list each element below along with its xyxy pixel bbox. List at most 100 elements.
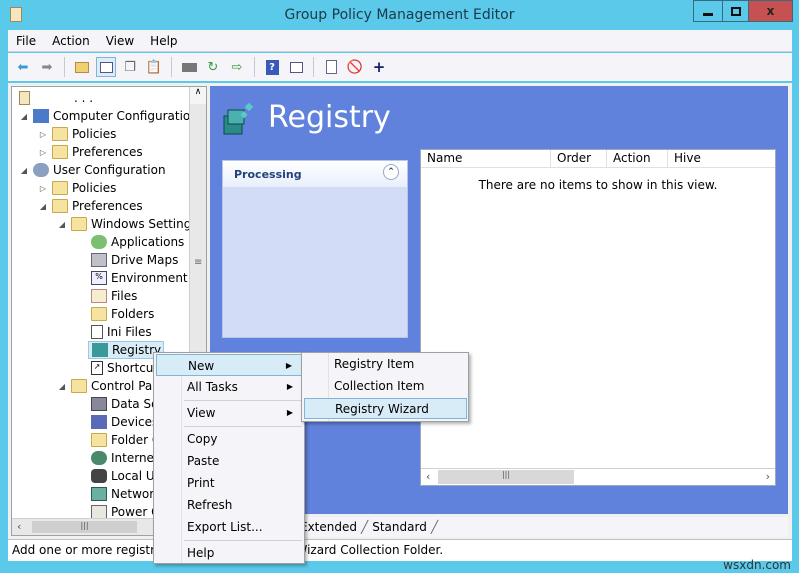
menu-view[interactable]: View xyxy=(98,34,142,48)
items-list: Name Order Action Hive There are no item… xyxy=(420,149,776,486)
toolbar: ⬅ ➡ ❐ 📋 ↻ ⇨ ? 🚫 + xyxy=(8,53,792,81)
tree-item-ini-files[interactable]: Ini Files xyxy=(88,323,152,341)
column-order[interactable]: Order xyxy=(551,150,607,167)
properties-icon[interactable] xyxy=(321,57,341,77)
refresh-icon[interactable]: ↻ xyxy=(203,57,223,77)
menu-item-registry-item[interactable]: Registry Item xyxy=(304,354,467,375)
folder-icon xyxy=(52,145,68,159)
tab-standard[interactable]: Standard xyxy=(372,520,427,534)
tree-item-drive-maps[interactable]: Drive Maps xyxy=(88,251,178,269)
empty-message: There are no items to show in this view. xyxy=(478,178,718,192)
export-list-icon[interactable]: ⇨ xyxy=(227,57,247,77)
list-horizontal-scrollbar[interactable]: ‹ ||| › xyxy=(421,468,775,485)
registry-icon xyxy=(222,102,256,136)
scroll-left-icon[interactable]: ‹ xyxy=(17,520,21,533)
tree-item-preferences[interactable]: ▷ Preferences xyxy=(37,143,143,161)
tree-item-policies[interactable]: ▷ Policies xyxy=(37,179,116,197)
folder-icon xyxy=(52,199,68,213)
files-icon xyxy=(91,289,107,303)
menu-item-paste[interactable]: Paste xyxy=(156,450,303,472)
registry-icon xyxy=(92,343,108,357)
tree-item-applications[interactable]: Applications xyxy=(88,233,184,251)
column-hive[interactable]: Hive xyxy=(668,150,775,167)
user-icon xyxy=(33,163,49,177)
show-hide-tree-icon[interactable] xyxy=(96,57,116,77)
expand-icon[interactable]: ▷ xyxy=(37,130,49,139)
tree-item-files[interactable]: Files xyxy=(88,287,137,305)
tree-label: Environment xyxy=(111,271,188,285)
toolbar-separator xyxy=(254,57,255,77)
folder-options-icon xyxy=(91,433,107,447)
tree-label: Policies xyxy=(72,127,117,141)
up-folder-icon[interactable] xyxy=(72,57,92,77)
column-action[interactable]: Action xyxy=(607,150,668,167)
devices-icon xyxy=(91,415,107,429)
menu-help[interactable]: Help xyxy=(142,34,185,48)
column-name[interactable]: Name xyxy=(421,150,551,167)
back-icon[interactable]: ⬅ xyxy=(13,57,33,77)
expand-icon[interactable]: ▷ xyxy=(37,148,49,157)
menu-item-copy[interactable]: Copy xyxy=(156,428,303,450)
tree-label: Windows Settings xyxy=(91,217,198,231)
tree-item-environment[interactable]: % Environment xyxy=(88,269,188,287)
scroll-right-icon[interactable]: › xyxy=(766,470,770,483)
minimize-icon xyxy=(703,12,713,16)
paste-icon[interactable]: 📋 xyxy=(144,57,164,77)
collapse-icon[interactable]: ⌃ xyxy=(383,164,399,180)
toolbar-separator xyxy=(64,57,65,77)
menu-item-registry-wizard[interactable]: Registry Wizard xyxy=(304,398,467,419)
menu-item-view[interactable]: View ▶ xyxy=(156,402,303,424)
help-icon[interactable]: ? xyxy=(262,57,282,77)
watermark: wsxdn.com xyxy=(723,558,791,572)
gpo-icon xyxy=(19,91,30,105)
tree-label: Folders xyxy=(111,307,155,321)
show-action-pane-icon[interactable] xyxy=(286,57,306,77)
shortcuts-icon: ↗ xyxy=(91,361,103,375)
menu-item-print[interactable]: Print xyxy=(156,472,303,494)
forward-icon[interactable]: ➡ xyxy=(37,57,57,77)
menu-item-help[interactable]: Help xyxy=(156,542,303,564)
close-button[interactable]: x xyxy=(748,0,793,22)
scroll-thumb[interactable]: ||| xyxy=(438,470,574,484)
scroll-left-icon[interactable]: ‹ xyxy=(426,470,430,483)
tree-item-computer-configuration[interactable]: ◢ Computer Configuration xyxy=(18,107,198,125)
tree-item-windows-settings[interactable]: ◢ Windows Settings xyxy=(56,215,198,233)
menu-action[interactable]: Action xyxy=(44,34,98,48)
menu-separator xyxy=(184,400,302,401)
collapse-icon[interactable]: ◢ xyxy=(56,220,68,229)
collapse-icon[interactable]: ◢ xyxy=(18,112,30,121)
collapse-icon[interactable]: ◢ xyxy=(37,202,49,211)
print-icon[interactable] xyxy=(179,57,199,77)
internet-settings-icon xyxy=(91,451,107,465)
menu-file[interactable]: File xyxy=(8,34,44,48)
tree-item-folders[interactable]: Folders xyxy=(88,305,154,323)
menu-item-all-tasks[interactable]: All Tasks ▶ xyxy=(156,376,303,398)
page-title: Registry xyxy=(268,100,391,135)
collapse-icon[interactable]: ◢ xyxy=(18,166,30,175)
tab-extended[interactable]: Extended xyxy=(300,520,357,534)
add-icon[interactable]: + xyxy=(369,57,389,77)
toolbar-separator xyxy=(313,57,314,77)
stop-icon[interactable]: 🚫 xyxy=(345,57,365,77)
maximize-button[interactable] xyxy=(722,0,749,22)
menu-item-collection-item[interactable]: Collection Item xyxy=(304,376,467,397)
copy-icon[interactable]: ❐ xyxy=(120,57,140,77)
menu-item-refresh[interactable]: Refresh xyxy=(156,494,303,516)
title-bar: Group Policy Management Editor x xyxy=(0,0,799,30)
collapse-icon[interactable]: ◢ xyxy=(56,382,68,391)
tree-root[interactable]: . . . xyxy=(16,89,93,107)
tree-item-policies[interactable]: ▷ Policies xyxy=(37,125,116,143)
tree-item-devices[interactable]: Devices xyxy=(88,413,158,431)
tree-item-user-configuration[interactable]: ◢ User Configuration xyxy=(18,161,166,179)
scroll-up-icon[interactable]: ∧ xyxy=(190,87,206,104)
menu-item-export-list[interactable]: Export List... xyxy=(156,516,303,538)
applications-icon xyxy=(91,235,107,249)
minimize-button[interactable] xyxy=(693,0,723,22)
menu-item-new[interactable]: New ▶ xyxy=(156,354,303,376)
ini-files-icon xyxy=(91,325,103,339)
menu-separator xyxy=(184,426,302,427)
tree-item-preferences[interactable]: ◢ Preferences xyxy=(37,197,143,215)
expand-icon[interactable]: ▷ xyxy=(37,184,49,193)
scroll-thumb[interactable]: ||| xyxy=(32,521,137,533)
processing-label: Processing xyxy=(234,167,302,181)
